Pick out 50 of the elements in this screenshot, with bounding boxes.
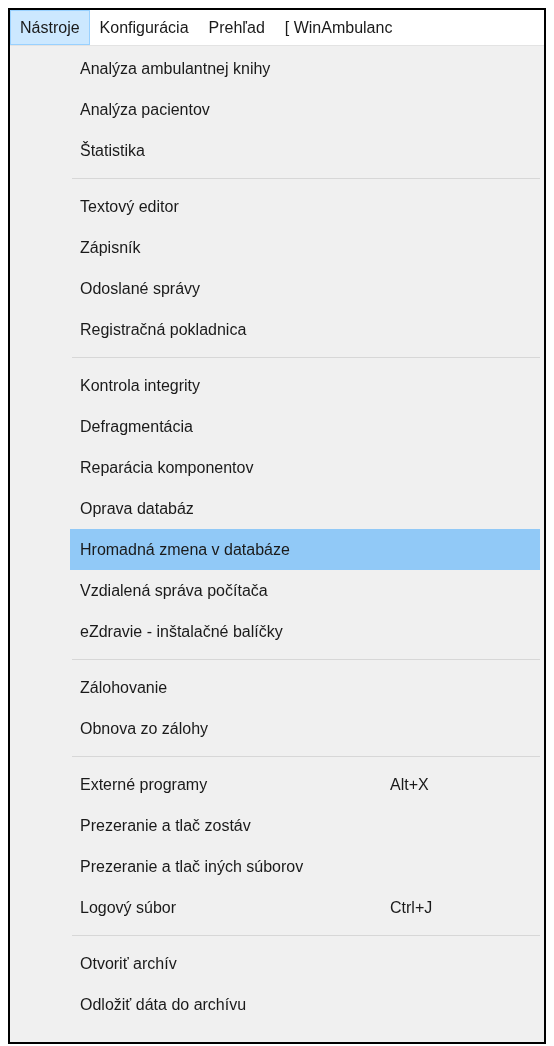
menu-item[interactable]: Prezeranie a tlač zostáv — [70, 805, 540, 846]
menu-item-label: Zápisník — [79, 237, 142, 258]
menu-item[interactable]: Zálohovanie — [70, 667, 540, 708]
menu-item-label: Štatistika — [79, 140, 146, 161]
menu-bar-item[interactable]: [ WinAmbulanc — [274, 10, 403, 45]
menu-item[interactable]: Textový editor — [70, 186, 540, 227]
menu-item[interactable]: Logový súbor Ctrl+J — [70, 887, 540, 928]
menu-item-label: Otvoriť archív — [79, 953, 178, 974]
menu-item[interactable]: Obnova zo zálohy — [70, 708, 540, 749]
menu-item-label: eZdravie - inštalačné balíčky — [79, 621, 284, 642]
menu-item[interactable]: eZdravie - inštalačné balíčky — [70, 611, 540, 652]
menu-item-label: Oprava databáz — [79, 498, 195, 519]
menu-bar-item[interactable]: Konfigurácia — [89, 10, 199, 45]
menu-item-label: Obnova zo zálohy — [79, 718, 210, 739]
menu-item-label: Vzdialená správa počítača — [79, 580, 269, 601]
menu-item[interactable]: Odoslané správy — [70, 268, 540, 309]
menu-item[interactable]: Oprava databáz — [70, 488, 540, 529]
menu-item-label: Logový súbor — [79, 897, 178, 918]
menu-item[interactable]: Hromadná zmena v databáze — [70, 529, 540, 570]
menu-item[interactable]: Analýza pacientov — [70, 89, 540, 130]
menu-item-label: Analýza pacientov — [79, 99, 211, 120]
menu-item-label: Defragmentácia — [79, 416, 194, 437]
menu-item[interactable]: Reparácia komponentov — [70, 447, 540, 488]
menu-item-label: Registračná pokladnica — [79, 319, 248, 340]
menu-item-label: Reparácia komponentov — [79, 457, 255, 478]
menu-item-label: Zálohovanie — [79, 677, 169, 698]
menu-item[interactable]: Odložiť dáta do archívu — [70, 984, 540, 1025]
menu-item[interactable]: Zápisník — [70, 227, 540, 268]
menu-item-label: Kontrola integrity — [79, 375, 202, 396]
menu-item-label: Prezeranie a tlač iných súborov — [79, 856, 305, 877]
menu-item[interactable]: Štatistika — [70, 130, 540, 171]
menu-item-label: Hromadná zmena v databáze — [79, 539, 291, 560]
menu-item-label: Textový editor — [79, 196, 180, 217]
menu-item[interactable]: Kontrola integrity — [70, 365, 540, 406]
menu-item-label: Analýza ambulantnej knihy — [79, 58, 272, 79]
menu-item[interactable]: Externé programy Alt+X — [70, 764, 540, 805]
menu-item-label: Prezeranie a tlač zostáv — [79, 815, 252, 836]
menu-item-label: Externé programy — [79, 774, 209, 795]
shortcut-label: Ctrl+J — [390, 897, 433, 918]
shortcut-label: Alt+X — [390, 774, 429, 795]
menu-item[interactable]: Otvoriť archív — [70, 943, 540, 984]
menu-item-label: Odložiť dáta do archívu — [79, 994, 248, 1015]
menu-bar-item[interactable]: Prehľad — [198, 10, 275, 45]
menu-item[interactable]: Prezeranie a tlač iných súborov — [70, 846, 540, 887]
menu-item[interactable]: Defragmentácia — [70, 406, 540, 447]
menu-item[interactable]: Registračná pokladnica — [70, 309, 540, 350]
menu-item[interactable]: Analýza ambulantnej knihy — [70, 48, 540, 89]
menu-item-label: Odoslané správy — [79, 278, 202, 299]
menu-item[interactable]: Vzdialená správa počítača — [70, 570, 540, 611]
menu-bar-item[interactable]: Nástroje — [10, 10, 90, 45]
